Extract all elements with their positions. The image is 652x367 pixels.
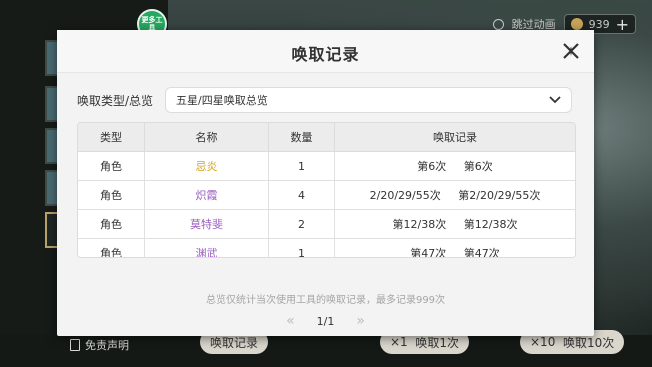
- cell-name: 莫特斐: [144, 209, 269, 239]
- cell-records: 第47次 第47次: [334, 238, 575, 258]
- table-row: 角色 忌炎 1 第6次 第6次: [78, 151, 575, 181]
- filter-row: 唤取类型/总览 五星/四星唤取总览: [77, 87, 572, 113]
- record-entry: 第47次: [463, 247, 500, 258]
- modal-header: 唤取记录: [57, 30, 594, 73]
- record-entry: 2/20/29/55次: [369, 189, 441, 202]
- header-count: 数量: [268, 123, 335, 152]
- record-entry: 第6次: [463, 160, 493, 173]
- pull-once-label: 唤取1次: [415, 335, 459, 350]
- cell-records: 2/20/29/55次 第2/20/29/55次: [334, 180, 575, 210]
- footer-note: 总览仅统计当次使用工具的唤取记录，最多记录999次: [205, 295, 446, 306]
- add-currency-button[interactable]: +: [616, 15, 629, 34]
- cell-count: 1: [268, 151, 335, 181]
- table-header-row: 类型 名称 数量 唤取记录: [78, 123, 575, 152]
- chevron-down-icon: [549, 96, 561, 104]
- header-name: 名称: [144, 123, 269, 152]
- table-row: 角色 炽霞 4 2/20/29/55次 第2/20/29/55次: [78, 180, 575, 210]
- page-indicator: 1/1: [316, 314, 335, 328]
- record-entry: 第47次: [410, 247, 447, 258]
- record-type-select[interactable]: 五星/四星唤取总览: [165, 87, 572, 113]
- header-records: 唤取记录: [334, 123, 575, 152]
- cell-count: 1: [268, 238, 335, 257]
- cell-name: 忌炎: [144, 151, 269, 181]
- cell-type: 角色: [78, 180, 145, 210]
- cell-name: 炽霞: [144, 180, 269, 210]
- record-entry: 第6次: [417, 160, 447, 173]
- record-entry: 第12/38次: [392, 218, 447, 231]
- filter-label: 唤取类型/总览: [77, 93, 154, 108]
- record-type-value: 五星/四星唤取总览: [176, 94, 268, 107]
- cell-count: 2: [268, 209, 335, 239]
- coin-icon: [570, 18, 583, 30]
- prev-page-button[interactable]: «: [286, 313, 295, 329]
- cell-type: 角色: [78, 209, 145, 239]
- record-entry: 第12/38次: [463, 218, 518, 231]
- table-row: 角色 莫特斐 2 第12/38次 第12/38次: [78, 209, 575, 239]
- pull-once-cost: ×1: [390, 335, 408, 349]
- document-icon: [70, 339, 80, 351]
- disclaimer-link[interactable]: 免责声明: [70, 337, 129, 353]
- cell-records: 第6次 第6次: [334, 151, 575, 181]
- record-entry: 第2/20/29/55次: [458, 189, 541, 202]
- cell-records: 第12/38次 第12/38次: [334, 209, 575, 239]
- modal-title: 唤取记录: [291, 45, 360, 64]
- skip-animation-radio[interactable]: [492, 18, 504, 30]
- close-icon[interactable]: [562, 42, 580, 60]
- pagination: « 1/1 »: [57, 313, 594, 329]
- cell-count: 4: [268, 180, 335, 210]
- cell-name: 渊武: [144, 238, 269, 257]
- pull-record-modal: 唤取记录 唤取类型/总览 五星/四星唤取总览 类型 名称 数量 唤取记录 角色 …: [57, 30, 594, 336]
- pull-ten-cost: ×10: [530, 335, 556, 349]
- table-row: 角色 渊武 1 第47次 第47次: [78, 238, 575, 258]
- record-button-label: 唤取记录: [210, 335, 259, 350]
- cell-type: 角色: [78, 238, 145, 257]
- next-page-button[interactable]: »: [356, 313, 365, 329]
- currency-amount: 939: [588, 17, 610, 31]
- record-table: 类型 名称 数量 唤取记录 角色 忌炎 1 第6次 第6次 角色 炽霞 4 2/…: [77, 122, 576, 258]
- header-type: 类型: [78, 123, 145, 152]
- cell-type: 角色: [78, 151, 145, 181]
- disclaimer-label: 免责声明: [85, 339, 129, 352]
- pull-ten-label: 唤取10次: [562, 335, 615, 350]
